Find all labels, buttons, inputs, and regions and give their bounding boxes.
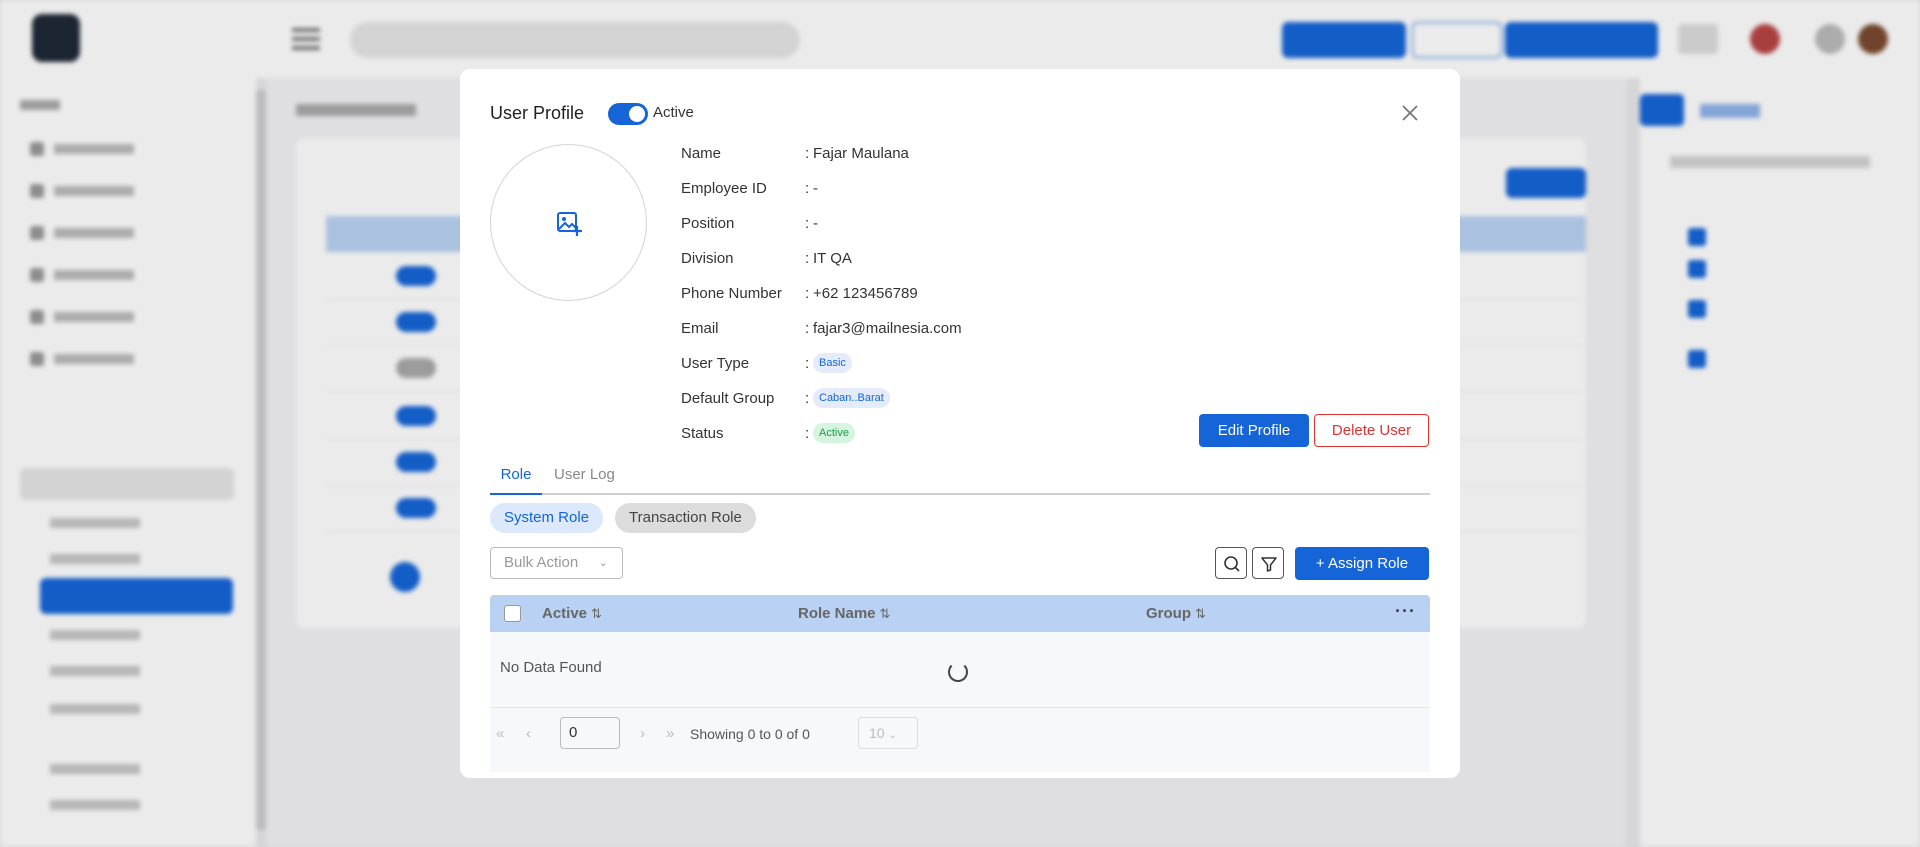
next-page-icon[interactable]: › xyxy=(640,725,645,742)
field-label: Email xyxy=(681,320,719,337)
select-all-checkbox[interactable] xyxy=(504,605,521,622)
field-label: Employee ID xyxy=(681,180,767,197)
field-value: +62 123456789 xyxy=(813,285,918,302)
last-page-icon[interactable]: » xyxy=(666,725,674,742)
subtab-transaction-role[interactable]: Transaction Role xyxy=(615,503,756,533)
chevron-down-icon: ⌄ xyxy=(888,730,897,741)
first-page-icon[interactable]: « xyxy=(496,725,504,742)
field-value: - xyxy=(813,180,818,197)
tab-user-log[interactable]: User Log xyxy=(554,461,615,495)
search-icon xyxy=(1224,556,1240,572)
bulk-action-dropdown[interactable]: Bulk Action ⌄ xyxy=(490,547,623,579)
spinner-icon xyxy=(948,662,968,682)
field-value: fajar3@mailnesia.com xyxy=(813,320,962,337)
column-group[interactable]: Group ⇅ xyxy=(1146,605,1206,622)
page-number-input[interactable]: 0 xyxy=(560,717,620,749)
field-label: Division xyxy=(681,250,734,267)
role-table-body: No Data Found xyxy=(490,632,1430,772)
status-badge: Active xyxy=(813,423,855,443)
field-label: Name xyxy=(681,145,722,162)
default-group-badge: Caban..Barat xyxy=(813,388,890,408)
field-label: Phone Number xyxy=(681,285,782,302)
delete-user-button[interactable]: Delete User xyxy=(1314,414,1429,447)
chevron-down-icon: ⌄ xyxy=(598,557,608,569)
field-label: Status xyxy=(681,425,724,442)
empty-state-text: No Data Found xyxy=(500,659,602,676)
field-label: Position xyxy=(681,215,735,232)
pagination-info: Showing 0 to 0 of 0 xyxy=(690,726,810,742)
filter-icon xyxy=(1261,557,1277,572)
subtab-system-role[interactable]: System Role xyxy=(490,503,604,533)
user-type-badge: Basic xyxy=(813,353,852,373)
bulk-action-label: Bulk Action xyxy=(504,554,579,571)
sort-icon: ⇅ xyxy=(591,606,602,621)
active-toggle[interactable] xyxy=(608,103,648,125)
plus-icon: + xyxy=(1315,555,1329,572)
profile-tabs: Role User Log xyxy=(490,461,1430,495)
field-value: Fajar Maulana xyxy=(813,145,909,162)
sort-icon: ⇅ xyxy=(1195,606,1206,621)
field-label: User Type xyxy=(681,355,750,372)
profile-photo-upload[interactable] xyxy=(490,144,647,301)
field-value: - xyxy=(813,215,818,232)
page-size-select[interactable]: 10 ⌄ xyxy=(858,717,918,749)
prev-page-icon[interactable]: ‹ xyxy=(526,725,531,742)
user-profile-modal: User Profile Active Name : Fajar Maulana… xyxy=(460,69,1460,778)
edit-profile-button[interactable]: Edit Profile xyxy=(1199,414,1309,447)
more-icon[interactable]: ··· xyxy=(1395,601,1416,622)
role-table-header: Active ⇅ Role Name ⇅ Group ⇅ ··· xyxy=(490,595,1430,632)
modal-title: User Profile xyxy=(490,103,585,123)
column-active[interactable]: Active ⇅ xyxy=(542,605,602,622)
close-icon[interactable] xyxy=(1398,101,1422,125)
assign-role-button[interactable]: + Assign Role xyxy=(1295,547,1429,580)
image-add-icon xyxy=(557,212,582,236)
active-toggle-label: Active xyxy=(653,104,694,121)
tab-role[interactable]: Role xyxy=(490,461,542,495)
assign-role-label: Assign Role xyxy=(1328,555,1409,572)
field-value: IT QA xyxy=(813,250,852,267)
column-role-name[interactable]: Role Name ⇅ xyxy=(798,605,890,622)
search-button[interactable] xyxy=(1215,547,1247,579)
sort-icon: ⇅ xyxy=(879,606,891,621)
filter-button[interactable] xyxy=(1252,547,1284,579)
field-label: Default Group xyxy=(681,390,775,407)
